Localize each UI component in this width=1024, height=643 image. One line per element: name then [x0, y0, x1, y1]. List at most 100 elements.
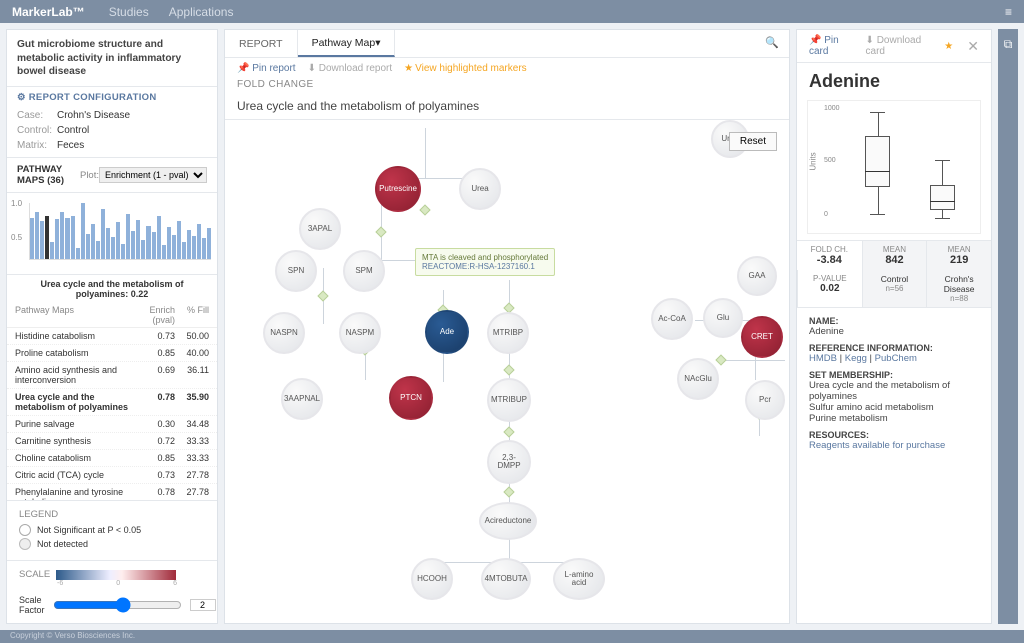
table-row[interactable]: Purine salvage0.3034.48: [7, 416, 217, 433]
mini-bar[interactable]: [187, 230, 191, 259]
pin-report[interactable]: 📌 Pin report: [237, 63, 296, 74]
resources-link[interactable]: Reagents available for purchase: [809, 440, 945, 451]
node-lamino[interactable]: L-amino acid: [553, 558, 605, 600]
node-3aapnal[interactable]: 3AAPNAL: [281, 378, 323, 420]
ref-kegg[interactable]: Kegg: [845, 353, 867, 364]
close-icon[interactable]: ✕: [967, 38, 979, 55]
mini-bar[interactable]: [76, 248, 80, 259]
node-ade[interactable]: Ade: [425, 310, 469, 354]
mini-bar[interactable]: [207, 228, 211, 259]
mini-bar[interactable]: [121, 244, 125, 260]
mini-bar[interactable]: [71, 216, 75, 260]
node-acireductone[interactable]: Acireductone: [479, 502, 537, 540]
download-card[interactable]: ⬇ Download card: [866, 35, 933, 57]
node-4mtobuta[interactable]: 4MTOBUTA: [481, 558, 531, 600]
hamburger-icon[interactable]: ≡: [1005, 5, 1012, 19]
card-title: Adenine: [797, 63, 991, 94]
node-3apal[interactable]: 3APAL: [299, 208, 341, 250]
mini-bar[interactable]: [162, 245, 166, 259]
mini-bar[interactable]: [202, 238, 206, 259]
mini-bar[interactable]: [197, 224, 201, 259]
node-dmpp[interactable]: 2,3-DMPP: [487, 440, 531, 484]
nav-studies[interactable]: Studies: [109, 5, 149, 19]
scale-factor-slider[interactable]: [53, 597, 182, 613]
mini-bar[interactable]: [131, 231, 135, 259]
table-row[interactable]: Citric acid (TCA) cycle0.7327.78: [7, 467, 217, 484]
mini-bar[interactable]: [126, 214, 130, 259]
mini-bar[interactable]: [35, 212, 39, 260]
node-spn[interactable]: SPN: [275, 250, 317, 292]
study-title: Gut microbiome structure and metabolic a…: [7, 30, 217, 87]
mini-bar[interactable]: [65, 218, 69, 259]
mini-bar[interactable]: [55, 219, 59, 259]
tooltip-link[interactable]: REACTOME:R-HSA-1237160.1: [422, 262, 548, 271]
node-naspm[interactable]: NASPM: [339, 312, 381, 354]
mini-bar[interactable]: [172, 235, 176, 260]
table-row[interactable]: Histidine catabolism0.7350.00: [7, 328, 217, 345]
mini-bar[interactable]: [30, 218, 34, 259]
center-panel: REPORT Pathway Map ▾ 🔍 📌 Pin report ⬇ Do…: [224, 29, 790, 624]
mini-bar[interactable]: [177, 221, 181, 259]
copy-icon[interactable]: ⧉: [1004, 37, 1013, 52]
node-glu[interactable]: Glu: [703, 298, 743, 338]
table-row[interactable]: Urea cycle and the metabolism of polyami…: [7, 389, 217, 416]
reset-button[interactable]: Reset: [729, 132, 777, 151]
mini-bar[interactable]: [157, 216, 161, 259]
node-putrescine[interactable]: Putrescine: [375, 166, 421, 212]
nav-applications[interactable]: Applications: [169, 5, 234, 19]
mini-bar[interactable]: [167, 227, 171, 259]
table-row[interactable]: Choline catabolism0.8533.33: [7, 450, 217, 467]
node-gaa[interactable]: GAA: [737, 256, 777, 296]
mini-bar[interactable]: [50, 242, 54, 259]
mini-bar[interactable]: [152, 232, 156, 259]
mini-bar[interactable]: [192, 236, 196, 259]
node-pcr[interactable]: Pcr: [745, 380, 785, 420]
mini-bar[interactable]: [81, 203, 85, 259]
ref-hmdb[interactable]: HMDB: [809, 353, 837, 364]
mini-bar[interactable]: [60, 212, 64, 260]
plot-select[interactable]: Enrichment (1 - pval): [99, 167, 207, 183]
node-hcooh[interactable]: HCOOH: [411, 558, 453, 600]
mini-bar[interactable]: [91, 224, 95, 259]
node-nacglu[interactable]: NAcGlu: [677, 358, 719, 400]
mini-bar[interactable]: [40, 221, 44, 260]
table-row[interactable]: Amino acid synthesis and interconversion…: [7, 362, 217, 389]
scale-factor-input[interactable]: [190, 599, 216, 611]
node-naspn[interactable]: NASPN: [263, 312, 305, 354]
node-accoa[interactable]: Ac-CoA: [651, 298, 693, 340]
mini-bar[interactable]: [111, 237, 115, 259]
ref-pubchem[interactable]: PubChem: [875, 353, 917, 364]
table-row[interactable]: Proline catabolism0.8540.00: [7, 345, 217, 362]
download-report[interactable]: ⬇ Download report: [308, 63, 393, 74]
star-icon[interactable]: ★: [944, 41, 953, 52]
pin-card[interactable]: 📌 Pin card: [809, 35, 854, 57]
mini-bar[interactable]: [141, 240, 145, 260]
view-highlighted[interactable]: ★View highlighted markers: [404, 63, 527, 74]
mini-bar[interactable]: [116, 222, 120, 259]
node-mtribup[interactable]: MTRIBUP: [487, 378, 531, 422]
node-cret[interactable]: CRET: [741, 316, 783, 358]
pathway-table[interactable]: Histidine catabolism0.7350.00Proline cat…: [7, 328, 217, 500]
mini-bar[interactable]: [86, 234, 90, 259]
mini-bar-chart[interactable]: 1.0 0.5: [7, 193, 217, 275]
mini-bar[interactable]: [182, 242, 186, 259]
mini-bar[interactable]: [146, 226, 150, 260]
mini-bar[interactable]: [45, 216, 49, 260]
tab-report[interactable]: REPORT: [225, 30, 298, 57]
mini-bar[interactable]: [106, 228, 110, 259]
node-urea[interactable]: Urea: [459, 168, 501, 210]
footer: Copyright © Verso Biosciences Inc.: [0, 630, 1024, 643]
mini-bar[interactable]: [136, 220, 140, 259]
search-icon[interactable]: 🔍: [755, 30, 789, 57]
node-mtribp[interactable]: MTRIBP: [487, 312, 529, 354]
pathway-graph[interactable]: Reset: [225, 120, 789, 623]
brand-logo: MarkerLab™: [12, 5, 85, 19]
table-row[interactable]: Carnitine synthesis0.7233.33: [7, 433, 217, 450]
node-spm[interactable]: SPM: [343, 250, 385, 292]
table-row[interactable]: Phenylalanine and tyrosine catabolism0.7…: [7, 484, 217, 500]
mini-bar[interactable]: [96, 241, 100, 259]
mini-bar[interactable]: [101, 209, 105, 259]
tab-pathway-map[interactable]: Pathway Map ▾: [298, 30, 396, 57]
node-ptcn[interactable]: PTCN: [389, 376, 433, 420]
fold-change-label: FOLD CHANGE: [237, 79, 314, 90]
